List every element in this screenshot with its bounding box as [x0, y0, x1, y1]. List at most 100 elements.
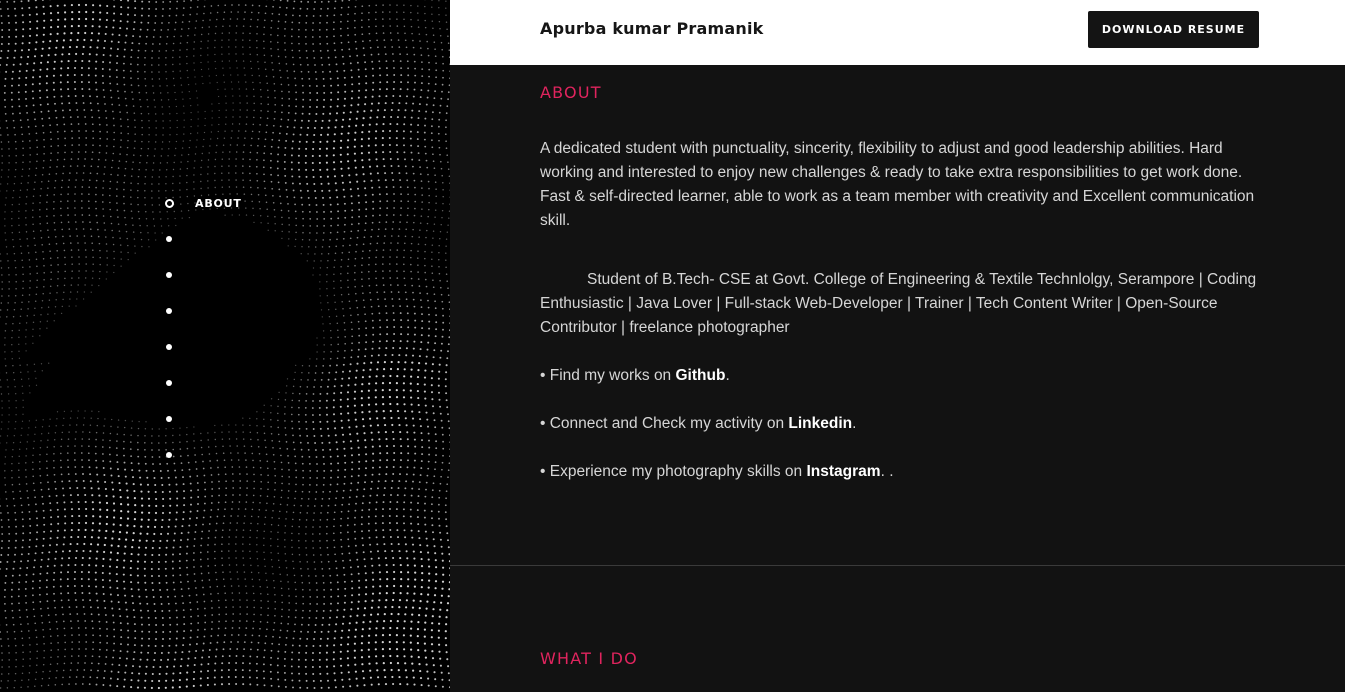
particle-dot — [83, 109, 86, 111]
particle-dot — [390, 108, 393, 112]
particle-dot — [281, 104, 284, 107]
particle-dot — [204, 621, 207, 624]
particle-dot — [379, 88, 381, 91]
particle-dot — [333, 392, 336, 395]
particle-dot — [13, 504, 16, 507]
particle-dot — [378, 445, 381, 448]
particle-dot — [87, 571, 90, 574]
particle-dot — [281, 237, 283, 240]
particle-dot — [140, 518, 143, 521]
particle-dot — [245, 88, 248, 90]
particle-dot — [154, 617, 157, 619]
particle-dot — [53, 592, 55, 595]
particle-dot — [42, 131, 45, 134]
particle-dot — [62, 613, 64, 616]
particle-dot — [218, 613, 221, 616]
particle-dot — [274, 608, 277, 610]
particle-dot — [274, 103, 277, 106]
particle-dot — [271, 12, 274, 15]
particle-dot — [375, 123, 378, 126]
particle-dot — [418, 411, 421, 414]
particle-dot — [447, 413, 449, 416]
particle-dot — [214, 32, 217, 35]
particle-dot — [441, 209, 444, 212]
particle-dot — [273, 587, 276, 589]
particle-dot — [228, 53, 230, 55]
particle-dot — [246, 95, 248, 97]
particle-dot — [277, 524, 280, 527]
particle-dot — [49, 33, 52, 36]
particle-dot — [386, 74, 389, 77]
particle-dot — [260, 96, 262, 98]
particle-dot — [221, 529, 224, 532]
particle-dot — [47, 614, 50, 617]
particle-dot — [335, 308, 337, 311]
particle-dot — [103, 222, 106, 224]
particle-dot — [346, 405, 349, 408]
particle-dot — [71, 515, 74, 518]
particle-dot — [28, 41, 31, 44]
particle-dot — [25, 448, 28, 450]
particle-dot — [21, 420, 24, 422]
particle-dot — [242, 60, 245, 62]
particle-dot — [292, 14, 294, 17]
particle-dot — [244, 515, 246, 517]
particle-dot — [337, 462, 340, 465]
particle-dot — [336, 490, 338, 493]
particle-dot — [329, 203, 332, 206]
particle-dot — [85, 514, 88, 518]
particle-dot — [413, 214, 416, 217]
particle-dot — [365, 82, 368, 85]
particle-dot — [36, 524, 39, 527]
particle-dot — [424, 530, 427, 533]
particle-dot — [46, 446, 49, 448]
particle-dot — [242, 32, 244, 34]
particle-dot — [445, 252, 447, 254]
particle-dot — [162, 127, 164, 129]
particle-dot — [308, 372, 310, 374]
particle-dot — [309, 91, 312, 94]
particle-dot — [430, 377, 433, 380]
particle-dot — [112, 19, 115, 22]
particle-dot — [346, 398, 349, 401]
particle-dot — [329, 364, 331, 367]
particle-dot — [112, 236, 114, 239]
particle-dot — [279, 447, 281, 450]
particle-dot — [200, 47, 202, 50]
particle-dot — [63, 410, 66, 413]
particle-dot — [418, 33, 421, 35]
particle-dot — [238, 501, 241, 503]
particle-dot — [71, 18, 74, 21]
particle-dot — [5, 70, 8, 73]
particle-dot — [91, 18, 95, 21]
particle-dot — [144, 462, 147, 465]
particle-dot — [145, 92, 148, 94]
particle-dot — [399, 88, 402, 91]
particle-dot — [381, 515, 384, 518]
particle-dot — [81, 459, 83, 461]
particle-dot — [361, 26, 363, 29]
particle-dot — [137, 441, 139, 444]
particle-dot — [291, 42, 293, 45]
particle-dot — [119, 496, 122, 499]
particle-dot — [266, 124, 268, 127]
particle-dot — [71, 137, 74, 139]
particle-dot — [116, 195, 118, 197]
particle-dot — [195, 594, 198, 596]
particle-dot — [200, 572, 203, 575]
particle-dot — [116, 552, 119, 555]
particle-dot — [395, 389, 398, 392]
particle-dot — [374, 263, 377, 266]
particle-dot — [158, 183, 160, 185]
particle-dot — [298, 147, 301, 150]
particle-dot — [235, 550, 237, 552]
particle-dot — [102, 460, 105, 462]
particle-dot — [307, 568, 309, 570]
particle-dot — [242, 431, 244, 433]
particle-dot — [78, 130, 80, 132]
particle-dot — [19, 63, 22, 66]
particle-dot — [330, 595, 333, 598]
particle-dot — [284, 181, 287, 184]
particle-dot — [292, 441, 295, 444]
particle-dot — [319, 15, 322, 17]
